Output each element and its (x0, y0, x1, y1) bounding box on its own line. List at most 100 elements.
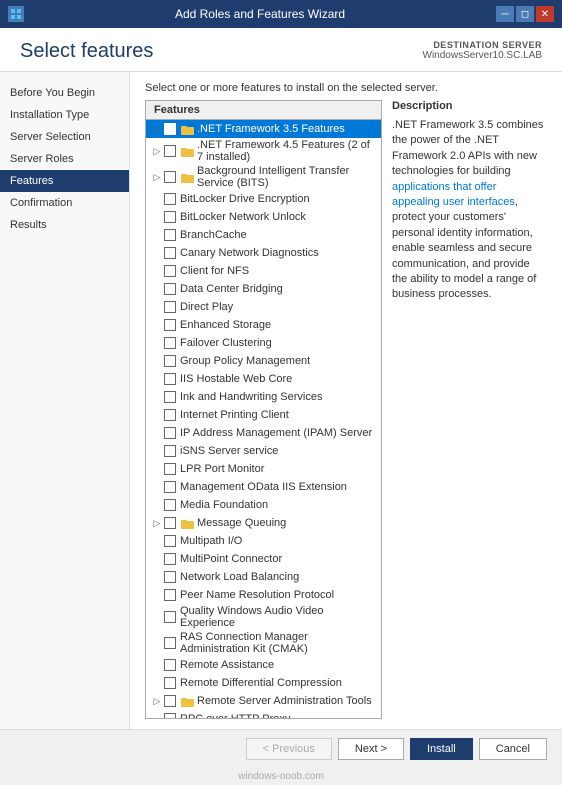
feature-item-22[interactable]: ▷Message Queuing (146, 514, 381, 532)
description-panel: Description .NET Framework 3.5 combines … (392, 100, 547, 719)
checkbox-16[interactable] (164, 409, 176, 421)
next-button[interactable]: Next > (338, 738, 404, 760)
checkbox-32[interactable] (164, 713, 176, 718)
checkbox-6[interactable] (164, 229, 176, 241)
checkbox-5[interactable] (164, 211, 176, 223)
checkbox-30[interactable] (164, 677, 176, 689)
instruction-text: Select one or more features to install o… (130, 72, 562, 100)
close-button[interactable]: ✕ (536, 6, 554, 22)
expand-icon-3[interactable]: ▷ (150, 170, 164, 184)
feature-item-12[interactable]: Failover Clustering (146, 334, 381, 352)
feature-item-3[interactable]: ▷Background Intelligent Transfer Service… (146, 164, 381, 190)
feature-item-11[interactable]: Enhanced Storage (146, 316, 381, 334)
minimize-button[interactable]: ─ (496, 6, 514, 22)
feature-label-31: Remote Server Administration Tools (197, 695, 377, 707)
checkbox-9[interactable] (164, 283, 176, 295)
checkbox-18[interactable] (164, 445, 176, 457)
sidebar: Before You BeginInstallation TypeServer … (0, 72, 130, 729)
folder-icon-31 (180, 694, 194, 708)
checkbox-24[interactable] (164, 553, 176, 565)
checkbox-11[interactable] (164, 319, 176, 331)
feature-item-8[interactable]: Client for NFS (146, 262, 381, 280)
feature-item-20[interactable]: Management OData IIS Extension (146, 478, 381, 496)
feature-item-29[interactable]: Remote Assistance (146, 656, 381, 674)
checkbox-14[interactable] (164, 373, 176, 385)
feature-item-31[interactable]: ▷ Remote Server Administration Tools (146, 692, 381, 710)
checkbox-13[interactable] (164, 355, 176, 367)
checkbox-8[interactable] (164, 265, 176, 277)
feature-label-8: Client for NFS (180, 265, 377, 277)
checkbox-15[interactable] (164, 391, 176, 403)
feature-item-28[interactable]: RAS Connection Manager Administration Ki… (146, 630, 381, 656)
checkbox-12[interactable] (164, 337, 176, 349)
feature-item-7[interactable]: Canary Network Diagnostics (146, 244, 381, 262)
checkbox-17[interactable] (164, 427, 176, 439)
sidebar-item-installation-type[interactable]: Installation Type (0, 104, 129, 126)
feature-item-2[interactable]: ▷ .NET Framework 4.5 Features (2 of 7 ins… (146, 138, 381, 164)
checkbox-31[interactable] (164, 695, 176, 707)
checkbox-2[interactable] (164, 145, 176, 157)
feature-item-21[interactable]: Media Foundation (146, 496, 381, 514)
sidebar-item-before-you-begin[interactable]: Before You Begin (0, 82, 129, 104)
feature-item-10[interactable]: Direct Play (146, 298, 381, 316)
checkbox-27[interactable] (164, 611, 176, 623)
footer: < Previous Next > Install Cancel (0, 729, 562, 768)
feature-item-30[interactable]: Remote Differential Compression (146, 674, 381, 692)
sidebar-item-server-roles[interactable]: Server Roles (0, 148, 129, 170)
expand-icon-2[interactable]: ▷ (150, 144, 164, 158)
feature-item-14[interactable]: IIS Hostable Web Core (146, 370, 381, 388)
sidebar-item-features[interactable]: Features (0, 170, 129, 192)
feature-item-9[interactable]: Data Center Bridging (146, 280, 381, 298)
feature-item-19[interactable]: LPR Port Monitor (146, 460, 381, 478)
feature-item-32[interactable]: RPC over HTTP Proxy (146, 710, 381, 718)
expand-icon-22[interactable]: ▷ (150, 516, 164, 530)
feature-item-6[interactable]: BranchCache (146, 226, 381, 244)
install-button[interactable]: Install (410, 738, 473, 760)
checkbox-10[interactable] (164, 301, 176, 313)
checkbox-4[interactable] (164, 193, 176, 205)
feature-label-7: Canary Network Diagnostics (180, 247, 377, 259)
checkbox-1[interactable] (164, 123, 176, 135)
checkbox-26[interactable] (164, 589, 176, 601)
checkbox-21[interactable] (164, 499, 176, 511)
previous-button[interactable]: < Previous (246, 738, 332, 760)
main-content: Select one or more features to install o… (130, 72, 562, 729)
feature-item-13[interactable]: Group Policy Management (146, 352, 381, 370)
restore-button[interactable]: ◻ (516, 6, 534, 22)
feature-item-5[interactable]: BitLocker Network Unlock (146, 208, 381, 226)
checkbox-23[interactable] (164, 535, 176, 547)
feature-item-18[interactable]: iSNS Server service (146, 442, 381, 460)
feature-label-12: Failover Clustering (180, 337, 377, 349)
checkbox-19[interactable] (164, 463, 176, 475)
sidebar-item-confirmation[interactable]: Confirmation (0, 192, 129, 214)
feature-item-4[interactable]: BitLocker Drive Encryption (146, 190, 381, 208)
feature-label-2: .NET Framework 4.5 Features (2 of 7 inst… (197, 139, 377, 163)
checkbox-28[interactable] (164, 637, 176, 649)
feature-label-28: RAS Connection Manager Administration Ki… (180, 631, 377, 655)
sidebar-item-server-selection[interactable]: Server Selection (0, 126, 129, 148)
checkbox-29[interactable] (164, 659, 176, 671)
feature-item-16[interactable]: Internet Printing Client (146, 406, 381, 424)
feature-item-26[interactable]: Peer Name Resolution Protocol (146, 586, 381, 604)
feature-item-1[interactable]: ▷.NET Framework 3.5 Features (146, 120, 381, 138)
checkbox-22[interactable] (164, 517, 176, 529)
feature-item-24[interactable]: MultiPoint Connector (146, 550, 381, 568)
checkbox-20[interactable] (164, 481, 176, 493)
features-list[interactable]: ▷.NET Framework 3.5 Features▷.NET Framew… (146, 120, 381, 718)
folder-icon-3 (180, 170, 194, 184)
feature-item-15[interactable]: Ink and Handwriting Services (146, 388, 381, 406)
feature-item-27[interactable]: Quality Windows Audio Video Experience (146, 604, 381, 630)
cancel-button[interactable]: Cancel (479, 738, 547, 760)
feature-label-5: BitLocker Network Unlock (180, 211, 377, 223)
feature-item-23[interactable]: Multipath I/O (146, 532, 381, 550)
checkbox-7[interactable] (164, 247, 176, 259)
features-area: Features ▷.NET Framework 3.5 Features▷.N… (130, 100, 562, 729)
expand-icon-31[interactable]: ▷ (150, 694, 164, 708)
expand-icon-1[interactable]: ▷ (150, 122, 164, 136)
feature-item-17[interactable]: IP Address Management (IPAM) Server (146, 424, 381, 442)
sidebar-item-results[interactable]: Results (0, 214, 129, 236)
feature-item-25[interactable]: Network Load Balancing (146, 568, 381, 586)
feature-label-18: iSNS Server service (180, 445, 377, 457)
checkbox-25[interactable] (164, 571, 176, 583)
checkbox-3[interactable] (164, 171, 176, 183)
